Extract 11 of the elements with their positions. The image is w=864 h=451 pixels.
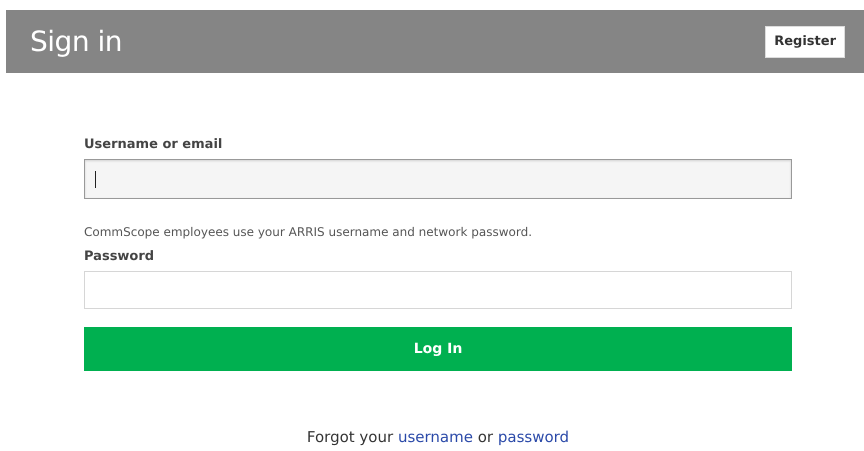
hint-text: CommScope employees use your ARRIS username and network password. (84, 225, 534, 239)
link[interactable]: password (498, 428, 570, 446)
page-title: Sign in (30, 25, 122, 58)
register-button[interactable]: Register (765, 26, 845, 58)
forgot-text: Forgot your username or password (306, 428, 570, 446)
field-label: Username or email (84, 137, 224, 152)
input-field[interactable] (84, 271, 792, 309)
input-field[interactable] (84, 159, 792, 199)
field-label: Password (84, 249, 156, 264)
link[interactable]: username (398, 428, 473, 446)
text-cursor (95, 170, 96, 188)
